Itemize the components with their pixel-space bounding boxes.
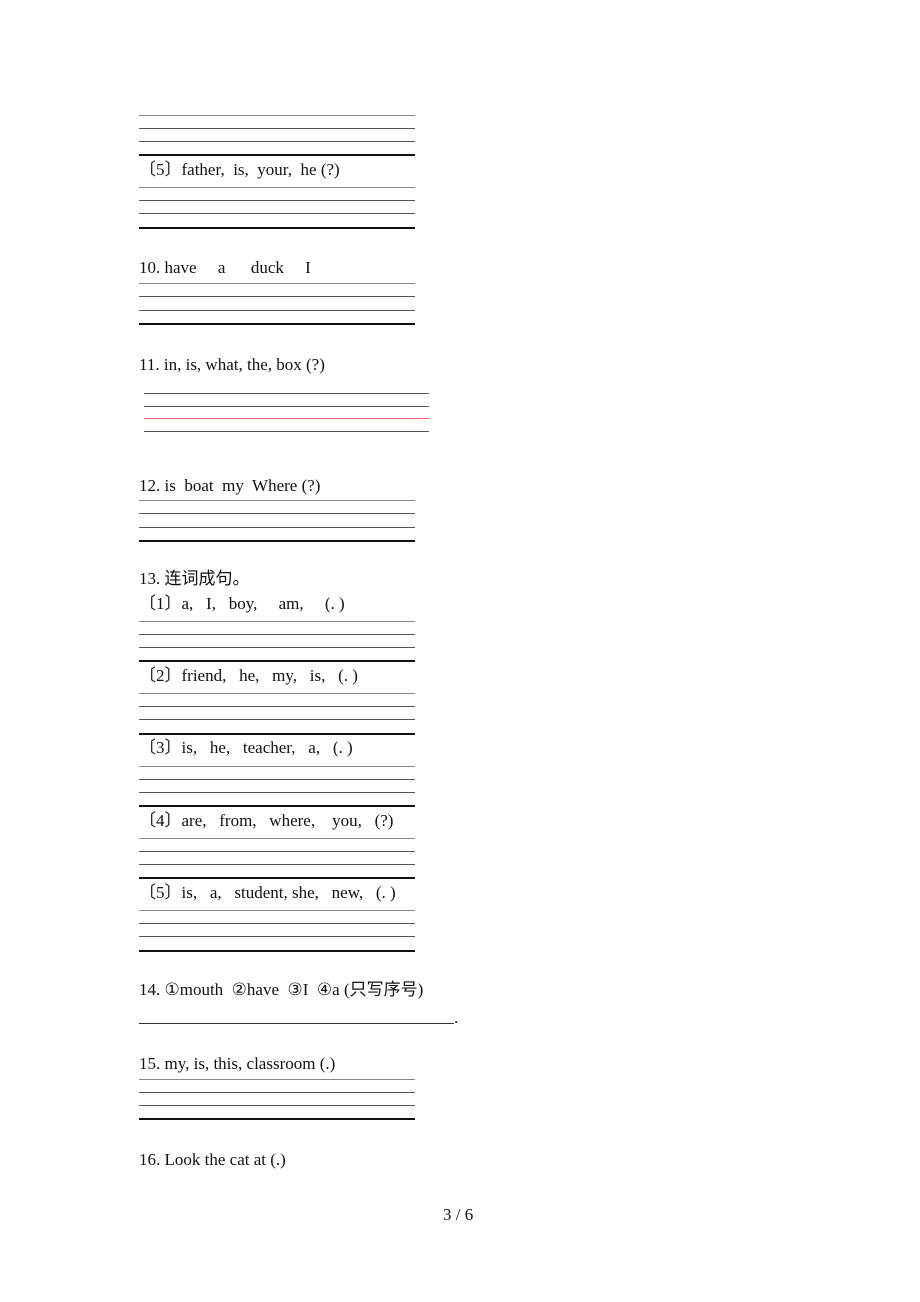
writing-line: [139, 527, 415, 528]
writing-line: [139, 310, 415, 311]
answer-period: .: [454, 1008, 459, 1027]
writing-line: [139, 154, 415, 156]
writing-line: [139, 660, 415, 662]
writing-line: [139, 851, 415, 852]
writing-line: [139, 540, 415, 542]
question-13-item-4: 〔4〕are, from, where, you, (?): [139, 811, 394, 830]
question-14: 14. ①mouth ②have ③I ④a (只写序号): [139, 980, 424, 999]
page-number: 3 / 6: [443, 1205, 474, 1224]
writing-line: [139, 693, 415, 694]
writing-line: [139, 864, 415, 865]
writing-line: [144, 406, 429, 407]
writing-line: [139, 323, 415, 325]
writing-line: [139, 936, 415, 937]
question-13-heading: 13. 连词成句。: [139, 569, 250, 588]
question-10: 10. have a duck I: [139, 258, 311, 277]
writing-line: [139, 877, 415, 879]
answer-blank[interactable]: [139, 1023, 454, 1024]
writing-line: [139, 779, 415, 780]
writing-line: [139, 213, 415, 214]
writing-line: [144, 431, 429, 432]
question-15: 15. my, is, this, classroom (.): [139, 1054, 336, 1073]
writing-line: [139, 283, 415, 284]
question-12: 12. is boat my Where (?): [139, 476, 321, 495]
question-13-item-5: 〔5〕is, a, student, she, new, (. ): [139, 883, 396, 902]
question-16: 16. Look the cat at (.): [139, 1150, 286, 1169]
writing-line-red: [144, 418, 429, 419]
writing-line: [144, 393, 429, 394]
writing-line: [139, 923, 415, 924]
writing-line: [139, 766, 415, 767]
writing-line: [139, 227, 415, 229]
writing-line: [139, 1079, 415, 1080]
writing-line: [139, 513, 415, 514]
writing-line: [139, 950, 415, 952]
writing-line: [139, 187, 415, 188]
writing-line: [139, 706, 415, 707]
writing-line: [139, 1118, 415, 1120]
question-13-item-2: 〔2〕friend, he, my, is, (. ): [139, 666, 358, 685]
question-13-item-3: 〔3〕is, he, teacher, a, (. ): [139, 738, 353, 757]
writing-line: [139, 141, 415, 142]
writing-line: [139, 115, 415, 116]
writing-line: [139, 733, 415, 735]
writing-line: [139, 805, 415, 807]
writing-line: [139, 621, 415, 622]
writing-line: [139, 719, 415, 720]
writing-line: [139, 647, 415, 648]
writing-line: [139, 838, 415, 839]
writing-line: [139, 1092, 415, 1093]
writing-line: [139, 200, 415, 201]
writing-line: [139, 634, 415, 635]
question-prev-5: 〔5〕father, is, your, he (?): [139, 160, 340, 179]
writing-line: [139, 1105, 415, 1106]
question-13-item-1: 〔1〕a, I, boy, am, (. ): [139, 594, 345, 613]
writing-line: [139, 910, 415, 911]
writing-line: [139, 296, 415, 297]
writing-line: [139, 500, 415, 501]
writing-line: [139, 792, 415, 793]
writing-line: [139, 128, 415, 129]
question-11: 11. in, is, what, the, box (?): [139, 355, 325, 374]
